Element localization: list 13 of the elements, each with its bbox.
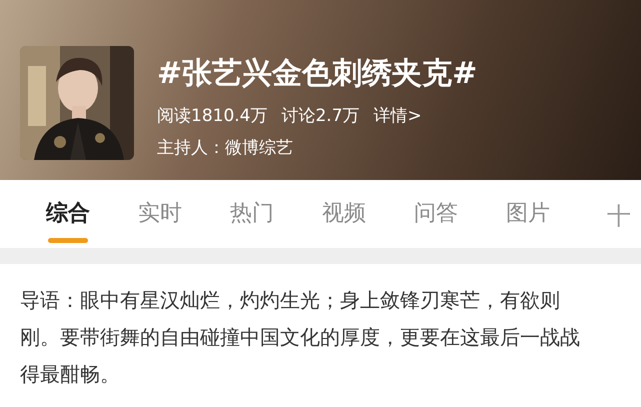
add-tab-button[interactable]: 十 xyxy=(607,200,631,232)
intro-paragraph: 导语：眼中有星汉灿烂，灼灼生光；身上敛锋刃寒芒，有欲则刚。要带街舞的自由碰撞中国文化的厚度，更要在这最后一战战得最酣畅。 xyxy=(19,287,581,388)
tab[interactable]: 综合 xyxy=(46,200,90,243)
details-link[interactable]: 详情> xyxy=(374,104,422,128)
stat-text: 阅读1810.4万 xyxy=(157,105,268,128)
tab[interactable]: 视频 xyxy=(322,200,366,243)
stat-text: 讨论2.7万 xyxy=(281,105,360,128)
tab[interactable]: 问答 xyxy=(414,200,458,243)
tab[interactable]: 热门 xyxy=(230,200,274,243)
tab[interactable]: 实时 xyxy=(138,200,182,243)
host-text: 主持人：微博综艺 xyxy=(157,137,294,160)
topic-title: #张艺兴金色刺绣夹克# xyxy=(157,55,478,93)
tab[interactable]: 图片 xyxy=(506,200,550,243)
